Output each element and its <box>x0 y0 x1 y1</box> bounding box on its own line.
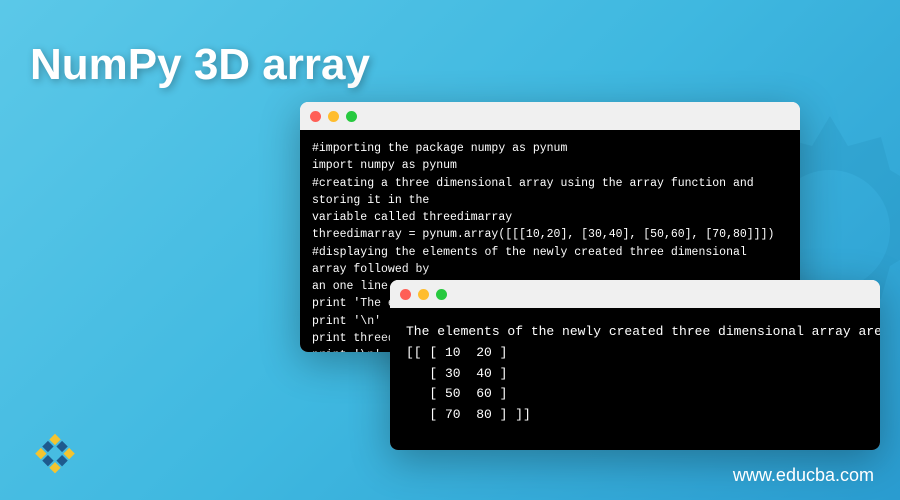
code-line: threedimarray = pynum.array([[[10,20], [… <box>312 228 774 241</box>
output-terminal: The elements of the newly created three … <box>390 308 880 450</box>
code-line: import numpy as pynum <box>312 159 457 172</box>
output-window-titlebar <box>390 280 880 308</box>
code-line: print '\n' <box>312 315 381 328</box>
code-line: print threedi <box>312 332 402 345</box>
output-window: The elements of the newly created three … <box>390 280 880 450</box>
close-icon[interactable] <box>400 289 411 300</box>
footer-url: www.educba.com <box>733 465 874 486</box>
page-title: NumPy 3D array <box>30 40 370 90</box>
output-matrix: [[ [ 10 20 ] [ 30 40 ] [ 50 60 ] [ 70 80… <box>406 345 531 422</box>
code-window-titlebar <box>300 102 800 130</box>
maximize-icon[interactable] <box>436 289 447 300</box>
code-line: #displaying the elements of the newly cr… <box>312 246 754 276</box>
code-line: #importing the package numpy as pynum <box>312 142 567 155</box>
code-line: #creating a three dimensional array usin… <box>312 177 761 207</box>
code-line: print '\n' <box>312 349 381 352</box>
minimize-icon[interactable] <box>418 289 429 300</box>
output-heading: The elements of the newly created three … <box>406 324 880 339</box>
code-line: variable called threedimarray <box>312 211 512 224</box>
educba-logo-icon <box>30 430 80 480</box>
minimize-icon[interactable] <box>328 111 339 122</box>
maximize-icon[interactable] <box>346 111 357 122</box>
close-icon[interactable] <box>310 111 321 122</box>
